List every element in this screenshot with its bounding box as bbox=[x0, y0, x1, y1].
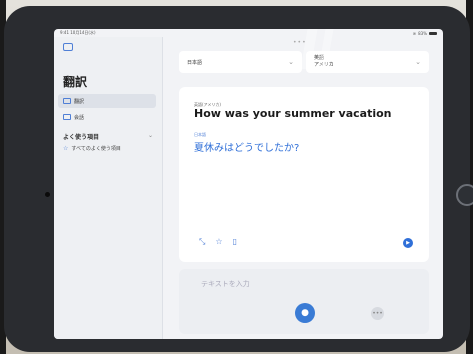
status-bar: 9:41 10月14日(水) ≋ 83% bbox=[54, 29, 443, 37]
battery-icon bbox=[429, 31, 437, 35]
sidebar-item-label: 会話 bbox=[74, 114, 85, 121]
favorites-all-item[interactable]: ☆ すべてのよく使う項目 bbox=[63, 145, 121, 152]
more-button[interactable]: ••• bbox=[371, 307, 384, 320]
battery-percent: 83% bbox=[418, 30, 427, 36]
play-button[interactable]: ▶ bbox=[403, 238, 413, 248]
sidebar-toggle-icon[interactable] bbox=[63, 43, 73, 51]
translate-icon bbox=[63, 98, 71, 104]
play-icon: ▶ bbox=[406, 240, 410, 246]
source-text[interactable]: How was your summer vacation bbox=[194, 107, 392, 120]
translation-card: 英語(アメリカ) How was your summer vacation 日本… bbox=[179, 87, 429, 262]
dictionary-icon[interactable]: ▯ bbox=[233, 237, 237, 247]
camera-dot bbox=[45, 192, 50, 197]
favorite-star-icon[interactable]: ☆ bbox=[215, 237, 222, 247]
sidebar-item-conversation[interactable]: 会話 bbox=[58, 110, 156, 124]
expand-icon[interactable]: ⤡ bbox=[199, 237, 205, 247]
status-right: ≋ 83% bbox=[413, 31, 437, 36]
chevron-down-icon: ⌄ bbox=[147, 132, 153, 139]
main-panel: ••• 日本語 ⌄ 英語 アメリカ ⌄ 英語(アメリカ) How was you… bbox=[163, 37, 443, 339]
source-language-picker[interactable]: 日本語 ⌄ bbox=[179, 51, 302, 73]
ipad-screen: 9:41 10月14日(水) ≋ 83% 翻訳 翻訳 会話 よく使う項目 ⌄ ☆… bbox=[54, 29, 443, 339]
sidebar-item-label: 翻訳 bbox=[74, 98, 85, 105]
chevron-down-icon: ⌄ bbox=[415, 58, 421, 66]
text-input-area[interactable]: テキストを入力 ● ••• bbox=[179, 269, 429, 334]
status-time: 9:41 10月14日(水) bbox=[60, 30, 96, 35]
ellipsis-icon: ••• bbox=[372, 310, 383, 317]
microphone-button[interactable]: ● bbox=[295, 303, 315, 323]
favorites-all-label: すべてのよく使う項目 bbox=[71, 146, 121, 152]
wifi-icon: ≋ bbox=[412, 30, 417, 36]
star-icon: ☆ bbox=[63, 145, 69, 152]
source-language-label: 日本語 bbox=[187, 59, 203, 66]
favorites-header[interactable]: よく使う項目 ⌄ bbox=[63, 132, 153, 141]
sidebar: 翻訳 翻訳 会話 よく使う項目 ⌄ ☆ すべてのよく使う項目 bbox=[54, 37, 163, 339]
text-input-placeholder: テキストを入力 bbox=[201, 280, 250, 288]
app-title: 翻訳 bbox=[63, 75, 88, 89]
translated-text-language: 日本語 bbox=[194, 132, 206, 137]
translated-text[interactable]: 夏休みはどうでしたか? bbox=[194, 139, 299, 154]
card-actions: ⤡ ☆ ▯ bbox=[199, 237, 237, 247]
conversation-icon bbox=[63, 114, 71, 120]
chevron-down-icon: ⌄ bbox=[288, 58, 294, 66]
sidebar-item-translate[interactable]: 翻訳 bbox=[58, 94, 156, 108]
home-button[interactable] bbox=[456, 184, 473, 206]
favorites-title: よく使う項目 bbox=[63, 134, 100, 141]
microphone-icon: ● bbox=[301, 308, 309, 318]
